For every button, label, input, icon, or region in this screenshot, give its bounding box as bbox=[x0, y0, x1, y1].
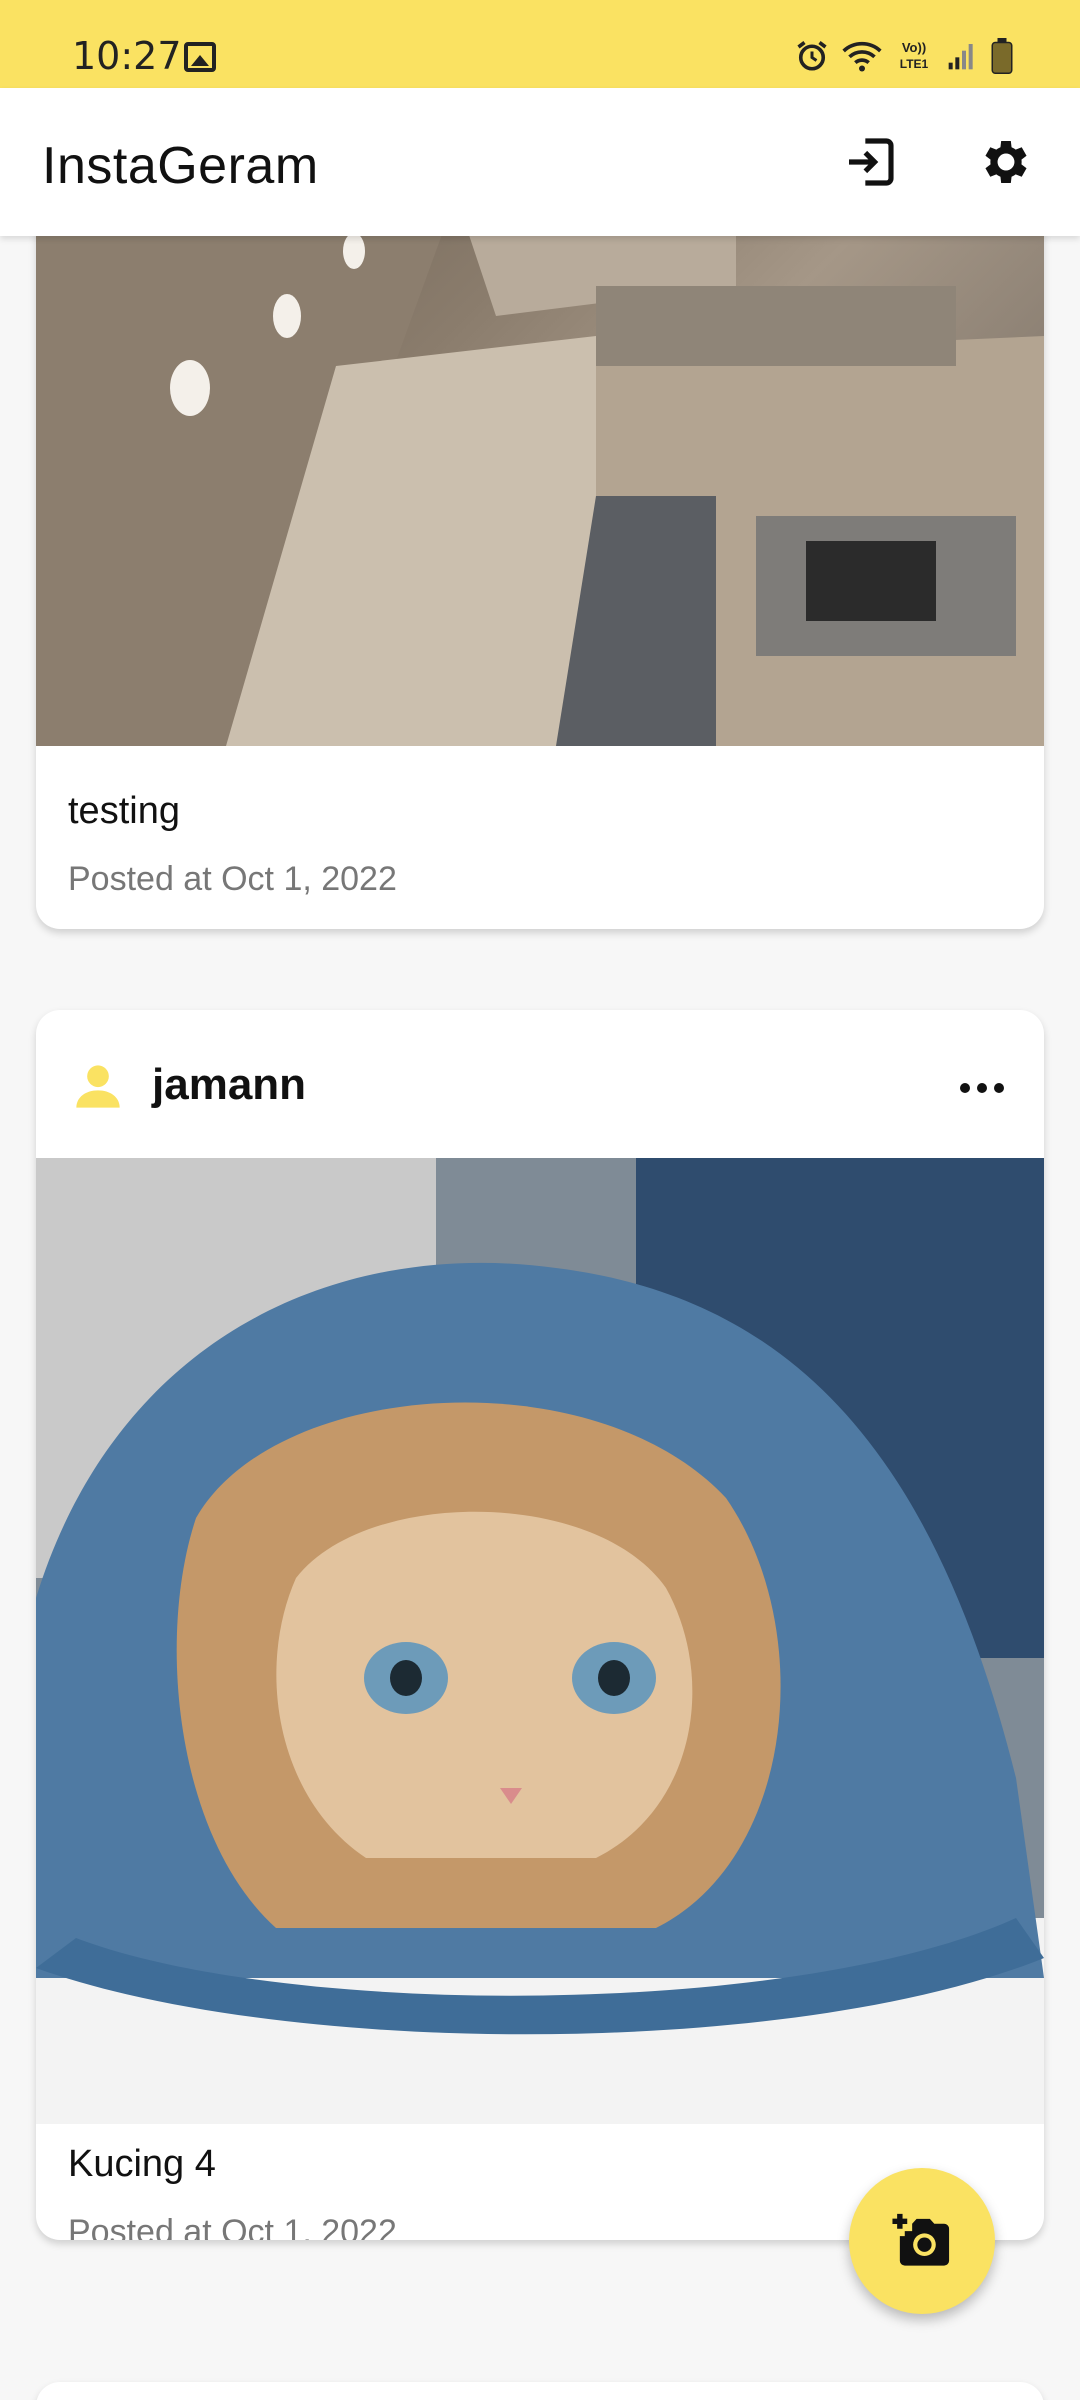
add-post-button[interactable] bbox=[849, 2168, 995, 2314]
image-icon bbox=[184, 42, 216, 72]
more-horizontal-icon bbox=[960, 1083, 1004, 1093]
signal-icon bbox=[948, 44, 973, 70]
post-image[interactable] bbox=[36, 236, 1044, 746]
post-header: jamann bbox=[36, 1010, 1044, 1158]
post-card: jamann Kucing 4 Posted at Oct 1, 2022 bbox=[36, 1010, 1044, 2240]
svg-text:Vo)): Vo)) bbox=[902, 40, 926, 55]
logout-icon bbox=[849, 138, 894, 186]
post-timestamp: Posted at Oct 1, 2022 bbox=[68, 860, 397, 898]
svg-text:LTE1: LTE1 bbox=[900, 57, 929, 71]
settings-button[interactable] bbox=[970, 126, 1042, 198]
kitten-photo bbox=[36, 1158, 1044, 2124]
logout-button[interactable] bbox=[834, 126, 906, 198]
status-icons: Vo)) LTE1 bbox=[794, 38, 1014, 74]
post-username[interactable]: jamann bbox=[152, 1060, 306, 1110]
wifi-icon bbox=[842, 41, 882, 72]
add-photo-icon bbox=[892, 2213, 950, 2266]
app-bar: InstaGeram bbox=[0, 88, 1080, 236]
post-card bbox=[36, 2382, 1044, 2400]
user-avatar-icon bbox=[76, 1065, 120, 1108]
battery-icon bbox=[991, 38, 1013, 74]
status-time: 10:27 bbox=[72, 34, 182, 78]
gear-icon bbox=[985, 140, 1027, 184]
alarm-icon bbox=[797, 41, 827, 71]
status-bar: 10:27 Vo)) LTE1 bbox=[0, 0, 1080, 88]
post-caption: Kucing 4 bbox=[68, 2143, 216, 2185]
post-caption: testing bbox=[68, 790, 180, 832]
post-card: testing Posted at Oct 1, 2022 bbox=[36, 236, 1044, 929]
app-title: InstaGeram bbox=[42, 137, 319, 195]
post-image[interactable] bbox=[36, 1158, 1044, 2124]
post-more-button[interactable] bbox=[946, 1058, 1018, 1118]
volte-icon: Vo)) LTE1 bbox=[900, 40, 929, 71]
screen: 10:27 Vo)) LTE1 InstaGeram testing Poste… bbox=[0, 0, 1080, 2400]
post-timestamp: Posted at Oct 1, 2022 bbox=[68, 2213, 397, 2240]
kitchen-photo bbox=[36, 236, 1044, 746]
post-feed[interactable]: testing Posted at Oct 1, 2022 jamann Kuc… bbox=[0, 236, 1080, 2400]
